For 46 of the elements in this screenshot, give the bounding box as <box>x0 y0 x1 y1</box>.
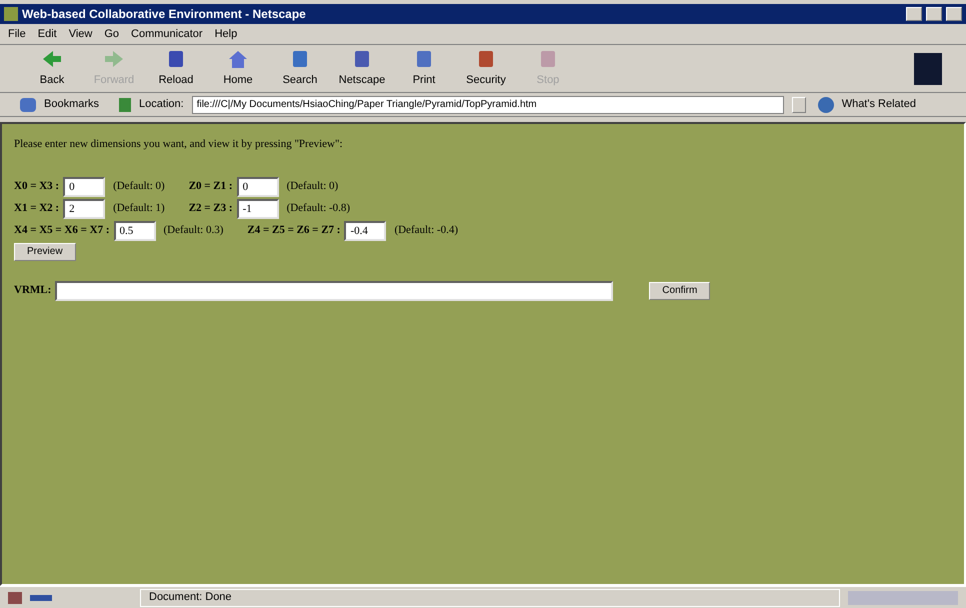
toolbar-button[interactable]: Search <box>272 48 328 89</box>
preview-button[interactable]: Preview <box>14 242 76 260</box>
default-note: (Default: -0.4) <box>394 223 458 238</box>
menu-item[interactable]: Communicator <box>131 26 203 42</box>
close-button[interactable] <box>946 7 962 21</box>
field-label: Z0 = Z1 : <box>188 179 233 194</box>
vrml-label: VRML: <box>14 283 52 298</box>
default-note: (Default: 0.3) <box>164 223 224 238</box>
whats-related-button[interactable]: What's Related <box>842 96 916 113</box>
toolbar-button[interactable]: Back <box>24 48 80 89</box>
field-label: X4 = X5 = X6 = X7 : <box>14 223 110 238</box>
field-label: Z4 = Z5 = Z6 = Z7 : <box>247 223 340 238</box>
bookmarks-button[interactable]: Bookmarks <box>44 96 100 113</box>
toolbar-button[interactable]: Print <box>396 48 452 89</box>
instruction-text: Please enter new dimensions you want, and view it by pressing "Preview": <box>14 137 344 152</box>
location-label: Location: <box>139 97 184 112</box>
input-field[interactable]: 0 <box>236 176 279 196</box>
default-note: (Default: -0.8) <box>286 201 350 216</box>
toolbar-button[interactable]: Reload <box>148 48 204 89</box>
url-field[interactable]: file:///C|/My Documents/HsiaoChing/Paper Triangle/Pyramid/TopPyramid.htm <box>192 96 784 114</box>
toolbar-button[interactable]: Home <box>210 48 266 89</box>
menu-item[interactable]: Edit <box>38 26 57 42</box>
window-title: Web-based Collaborative Environment - Netscape <box>22 6 307 23</box>
vrml-input-field[interactable] <box>55 280 614 300</box>
toolbar-button[interactable]: Netscape <box>334 48 390 89</box>
field-label: Z2 = Z3 : <box>188 201 233 216</box>
menu-item[interactable]: Go <box>104 26 120 42</box>
status-text: Document: Done <box>140 588 840 606</box>
default-note: (Default: 1) <box>113 201 165 216</box>
field-label: X1 = X2 : <box>14 201 60 216</box>
maximize-button[interactable] <box>926 7 942 21</box>
minimize-button[interactable] <box>906 7 922 21</box>
input-field[interactable]: -1 <box>236 198 279 218</box>
toolbar-button[interactable]: Security <box>458 48 514 89</box>
input-field[interactable]: -0.4 <box>344 220 386 240</box>
menu-item[interactable]: File <box>8 26 26 42</box>
menu-item[interactable]: Help <box>214 26 238 42</box>
input-field[interactable]: 2 <box>63 198 106 218</box>
default-note: (Default: 0) <box>286 179 338 194</box>
menu-item[interactable]: View <box>68 26 92 42</box>
input-field[interactable]: 0.5 <box>114 220 156 240</box>
default-note: (Default: 0) <box>113 179 165 194</box>
field-label: X0 = X3 : <box>14 179 60 194</box>
dropdown-button[interactable] <box>792 96 806 112</box>
confirm-button[interactable]: Confirm <box>649 282 710 300</box>
input-field[interactable]: 0 <box>63 176 106 196</box>
